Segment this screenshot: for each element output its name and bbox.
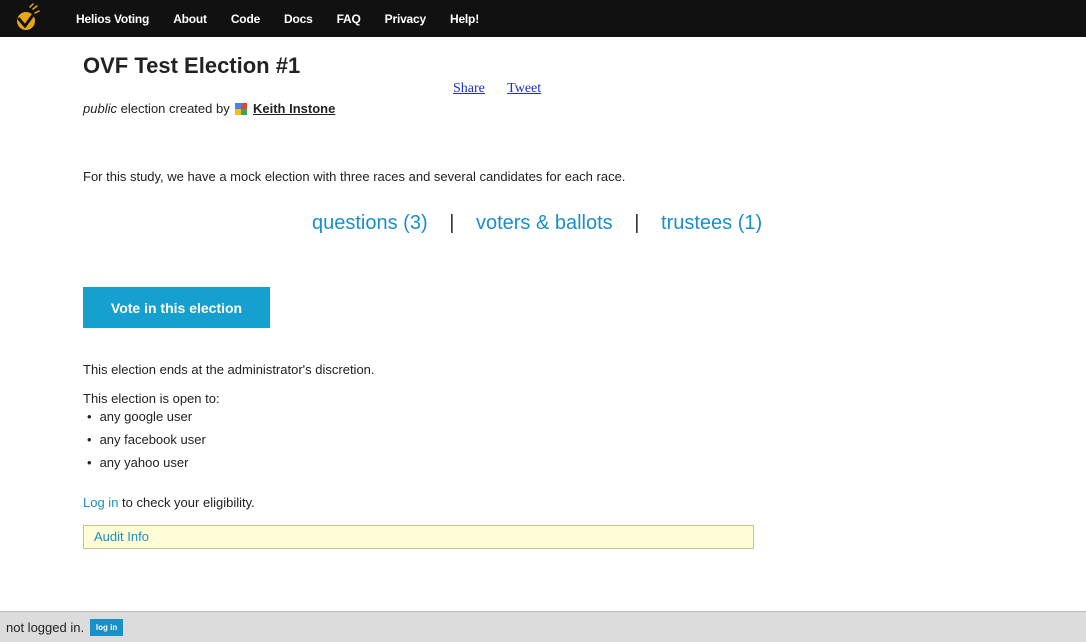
login-link[interactable]: Log in [83,495,118,510]
election-creator: public election created by Keith Instone [83,101,335,116]
vote-button[interactable]: Vote in this election [83,287,270,328]
share-links: Share Tweet [453,81,560,97]
tab-separator: | [634,212,640,234]
eligibility-list: any google user any facebook user any ya… [83,407,206,476]
top-navbar: Helios Voting About Code Docs FAQ Privac… [0,0,1086,37]
nav-privacy[interactable]: Privacy [373,12,438,26]
election-visibility: public [83,101,117,116]
election-end-info: This election ends at the administrator'… [83,362,375,377]
list-item: any google user [83,407,206,430]
tweet-link[interactable]: Tweet [507,81,541,96]
nav-docs[interactable]: Docs [272,12,325,26]
audit-info-box: Audit Info [83,525,754,549]
tab-voters-ballots[interactable]: voters & ballots [476,212,613,234]
login-status: not logged in. [6,619,85,635]
nav-code[interactable]: Code [219,12,272,26]
creator-name-link[interactable]: Keith Instone [253,101,335,116]
election-description: For this study, we have a mock election … [83,169,626,184]
footer-bar: not logged in. log in [0,611,1086,642]
nav-menu: Helios Voting About Code Docs FAQ Privac… [76,0,491,37]
list-item: any facebook user [83,430,206,453]
nav-faq[interactable]: FAQ [325,12,373,26]
login-button[interactable]: log in [90,618,124,636]
google-user-icon [235,103,248,115]
eligibility-text: to check your eligibility. [118,495,255,510]
tab-separator: | [449,212,455,234]
election-title: OVF Test Election #1 [83,53,301,78]
list-item: any yahoo user [83,453,206,476]
nav-about[interactable]: About [161,12,219,26]
tab-questions[interactable]: questions (3) [312,212,428,234]
nav-help[interactable]: Help! [438,12,491,26]
audit-info-link[interactable]: Audit Info [94,529,149,544]
helios-logo[interactable] [0,0,50,37]
open-to-heading: This election is open to: [83,391,220,406]
share-link[interactable]: Share [453,81,485,96]
created-by-text: election created by [120,101,230,116]
helios-logo-icon [17,3,40,30]
tab-trustees[interactable]: trustees (1) [661,212,762,234]
nav-brand[interactable]: Helios Voting [76,12,161,26]
eligibility-check: Log in to check your eligibility. [83,495,255,510]
election-tabs: questions (3) | voters & ballots | trust… [312,212,762,235]
